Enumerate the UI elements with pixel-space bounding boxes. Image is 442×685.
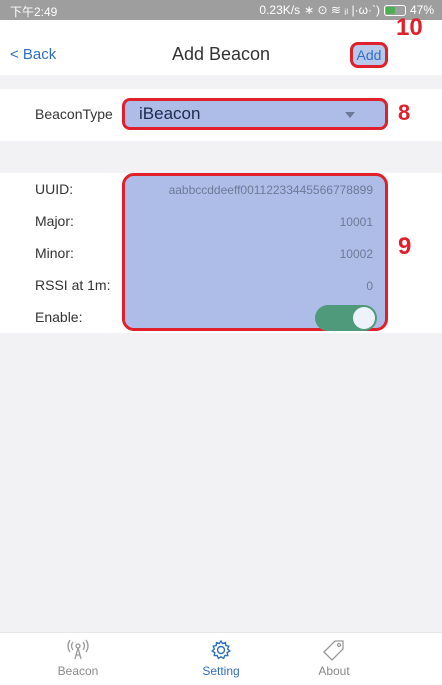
section-gap: [0, 75, 442, 89]
tab-about-label: About: [318, 664, 350, 678]
minor-field[interactable]: 10002: [340, 247, 373, 261]
uuid-label: UUID:: [35, 181, 74, 197]
empty-area: [0, 333, 442, 632]
beacon-fields-highlight: aabbccddeeff00112233445566778899 10001 1…: [122, 173, 388, 331]
rssi-field[interactable]: 0: [366, 279, 373, 293]
tag-icon: [323, 640, 344, 661]
major-field[interactable]: 10001: [340, 215, 373, 229]
status-bar: 下午2:49 0.23K/s ∗ ⊙ ≋ ᵢₗ |·ω·`) 47%: [0, 0, 442, 20]
net-speed: 0.23K/s: [259, 3, 301, 17]
add-button-highlight[interactable]: Add: [350, 42, 388, 68]
tab-beacon-label: Beacon: [57, 664, 99, 678]
toggle-knob: [353, 307, 375, 329]
add-button[interactable]: Add: [354, 47, 384, 63]
enable-toggle[interactable]: [315, 305, 377, 331]
tab-setting[interactable]: Setting: [171, 639, 271, 678]
antenna-icon: [67, 639, 89, 660]
tab-beacon[interactable]: Beacon: [28, 639, 128, 678]
gear-icon: [211, 639, 231, 660]
major-label: Major:: [35, 213, 74, 229]
beacon-type-select[interactable]: iBeacon: [122, 98, 388, 130]
status-time: 下午2:49: [10, 5, 58, 19]
beacon-type-value: iBeacon: [139, 104, 201, 123]
tab-setting-label: Setting: [202, 664, 240, 678]
status-icons: ∗ ⊙ ≋ ᵢₗ |·ω·`): [304, 3, 380, 17]
tab-bar: Beacon Setting About: [0, 632, 442, 685]
uuid-field[interactable]: aabbccddeeff00112233445566778899: [169, 183, 373, 197]
section-gap-2: [0, 141, 442, 173]
beacon-type-label: BeaconType: [35, 106, 113, 122]
annotation-label-fields: 9: [398, 233, 412, 260]
chevron-down-icon: [345, 112, 355, 118]
nav-bar: < Back Add Beacon Add: [0, 20, 442, 75]
rssi-label: RSSI at 1m:: [35, 277, 111, 293]
enable-label: Enable:: [35, 309, 83, 325]
tab-about[interactable]: About: [284, 639, 384, 678]
annotation-label-type: 8: [398, 100, 411, 125]
minor-label: Minor:: [35, 245, 74, 261]
annotation-label-add: 10: [396, 14, 423, 41]
